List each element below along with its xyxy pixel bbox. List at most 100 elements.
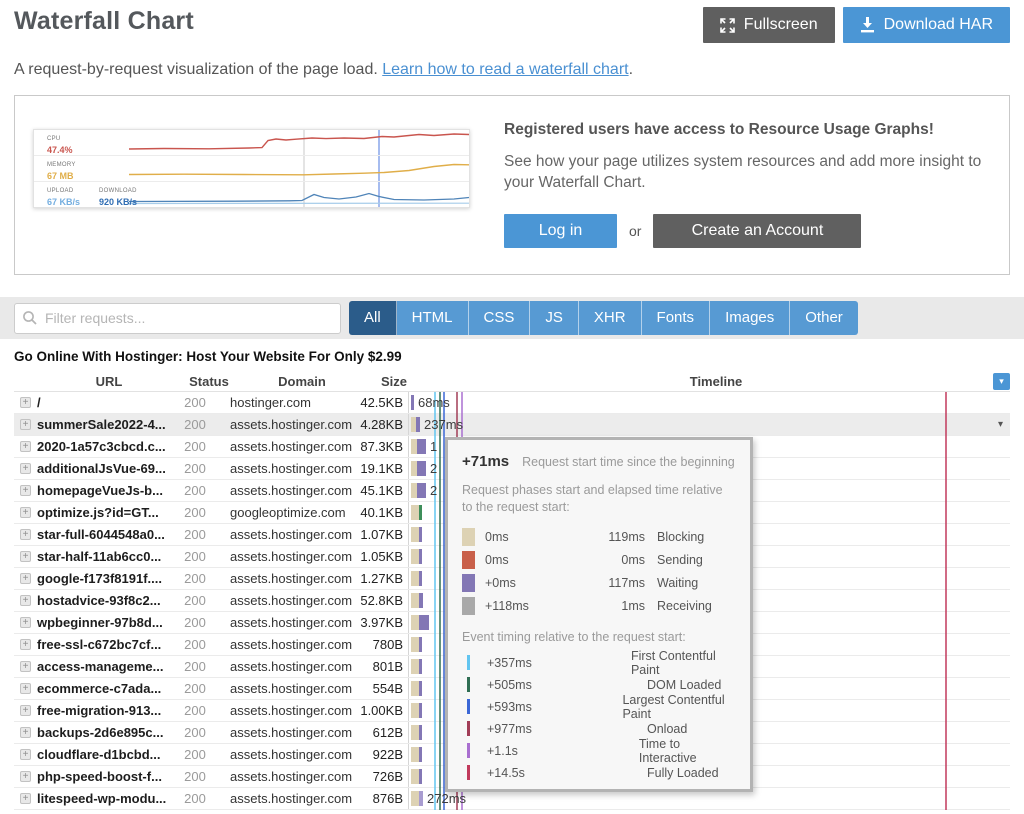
fullscreen-button[interactable]: Fullscreen (703, 7, 835, 43)
phase-bar-purple (419, 747, 422, 762)
filter-requests-input[interactable] (14, 303, 341, 334)
promo-body: See how your page utilizes system resour… (504, 152, 991, 194)
tab-images[interactable]: Images (710, 301, 790, 335)
phase-bar-purple (419, 659, 422, 674)
event-name: First Contentful Paint (631, 649, 736, 677)
expand-row-button[interactable]: + (20, 727, 31, 738)
row-status: 200 (166, 439, 224, 454)
tab-other[interactable]: Other (790, 301, 858, 335)
tooltip-event-row: +357msFirst Contentful Paint (462, 652, 736, 674)
row-status: 200 (166, 505, 224, 520)
download-har-button[interactable]: Download HAR (843, 7, 1010, 43)
row-domain: hostinger.com (224, 395, 352, 410)
expand-row-button[interactable]: + (20, 529, 31, 540)
row-size: 612B (352, 725, 408, 740)
request-phase-bars (411, 681, 422, 696)
phase-bar-purple (419, 681, 422, 696)
expand-row-button[interactable]: + (20, 595, 31, 606)
tab-fonts[interactable]: Fonts (642, 301, 711, 335)
tab-all[interactable]: All (349, 301, 397, 335)
row-status: 200 (166, 659, 224, 674)
phase-elapsed: 0ms (570, 553, 645, 567)
row-size: 726B (352, 769, 408, 784)
expand-row-button[interactable]: + (20, 441, 31, 452)
row-domain: assets.hostinger.com (224, 769, 352, 784)
request-phase-bars (411, 505, 422, 520)
row-domain: assets.hostinger.com (224, 417, 352, 432)
event-time: +357ms (487, 656, 631, 670)
request-timing-tooltip: +71ms Request start time since the begin… (445, 437, 753, 792)
row-expand-caret-icon[interactable]: ▾ (998, 419, 1003, 430)
expand-row-button[interactable]: + (20, 749, 31, 760)
phase-name: Blocking (657, 530, 704, 544)
url-column-header: URL (38, 374, 180, 389)
expand-row-button[interactable]: + (20, 397, 31, 408)
download-value: 920 KB/s (99, 197, 137, 207)
row-domain: assets.hostinger.com (224, 637, 352, 652)
request-phase-bars (411, 527, 422, 542)
table-row[interactable]: +/200hostinger.com42.5KB68ms (14, 392, 1010, 414)
tooltip-events-heading: Event timing relative to the request sta… (462, 630, 736, 644)
or-label: or (629, 223, 641, 239)
expand-row-button[interactable]: + (20, 573, 31, 584)
filter-toolbar: AllHTMLCSSJSXHRFontsImagesOther (0, 297, 1024, 339)
timeline-options-dropdown[interactable]: ▾ (993, 373, 1010, 390)
create-account-button[interactable]: Create an Account (653, 214, 861, 248)
row-status: 200 (166, 637, 224, 652)
expand-row-button[interactable]: + (20, 551, 31, 562)
tooltip-phase-row: +0ms117msWaiting (462, 572, 736, 595)
event-color-swatch (467, 721, 470, 736)
row-url: litespeed-wp-modu... (37, 791, 166, 806)
expand-row-button[interactable]: + (20, 639, 31, 650)
row-size: 40.1KB (352, 505, 408, 520)
tab-xhr[interactable]: XHR (579, 301, 642, 335)
request-phase-bars (411, 483, 426, 498)
row-time-label: 237ms (424, 417, 463, 432)
event-color-swatch (467, 765, 470, 780)
phase-elapsed: 1ms (570, 599, 645, 613)
phase-bar-tan (411, 725, 419, 740)
request-phase-bars (411, 747, 422, 762)
expand-row-button[interactable]: + (20, 661, 31, 672)
row-size: 554B (352, 681, 408, 696)
resource-usage-sparklines (34, 130, 469, 207)
tooltip-event-row: +1.1sTime to Interactive (462, 740, 736, 762)
expand-row-button[interactable]: + (20, 683, 31, 694)
row-url: homepageVueJs-b... (37, 483, 166, 498)
fullscreen-label: Fullscreen (744, 16, 818, 34)
event-time: +977ms (487, 722, 647, 736)
row-size: 1.00KB (352, 703, 408, 718)
tab-css[interactable]: CSS (469, 301, 531, 335)
tooltip-phase-row: 0ms0msSending (462, 549, 736, 572)
request-phase-bars (411, 461, 426, 476)
expand-row-button[interactable]: + (20, 793, 31, 804)
request-phase-bars (411, 659, 422, 674)
row-url: google-f173f8191f.... (37, 571, 166, 586)
expand-row-button[interactable]: + (20, 485, 31, 496)
login-button[interactable]: Log in (504, 214, 617, 248)
registration-promo-box: CPU 47.4% MEMORY 67 MB UPLOAD 67 KB/s DO… (14, 95, 1010, 275)
event-color-swatch (467, 655, 470, 670)
tab-js[interactable]: JS (530, 301, 579, 335)
table-row[interactable]: +summerSale2022-4...200assets.hostinger.… (14, 414, 1010, 436)
row-url: summerSale2022-4... (37, 417, 166, 432)
waterfall-help-link[interactable]: Learn how to read a waterfall chart (382, 61, 628, 78)
expand-row-button[interactable]: + (20, 771, 31, 782)
expand-row-button[interactable]: + (20, 419, 31, 430)
tab-html[interactable]: HTML (397, 301, 469, 335)
expand-row-button[interactable]: + (20, 617, 31, 628)
row-url: access-manageme... (37, 659, 166, 674)
row-size: 922B (352, 747, 408, 762)
expand-row-button[interactable]: + (20, 507, 31, 518)
memory-label: MEMORY (47, 162, 76, 168)
row-status: 200 (166, 791, 224, 806)
phase-name: Receiving (657, 599, 712, 613)
row-domain: assets.hostinger.com (224, 615, 352, 630)
phase-color-swatch (462, 574, 475, 592)
row-status: 200 (166, 703, 224, 718)
page-header: Waterfall Chart Fullscreen Download HAR (0, 0, 1024, 43)
expand-row-button[interactable]: + (20, 705, 31, 716)
expand-row-button[interactable]: + (20, 463, 31, 474)
request-phase-bars (411, 725, 422, 740)
row-time-label: 2 (430, 461, 437, 476)
